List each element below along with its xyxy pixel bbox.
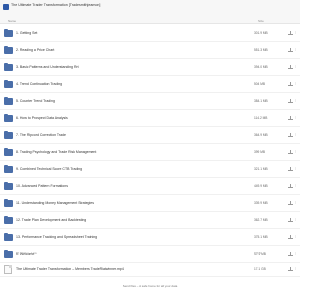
item-size: 364.9 MB [254, 133, 268, 137]
folder-icon [4, 130, 13, 139]
list-item[interactable]: 1. Getting Set 301.9 MB ⋮ [0, 25, 300, 42]
app-header: The Ultimate Trader Transformation [Trad… [0, 0, 300, 24]
list-item[interactable]: The Ultimate Trader Transformation – Mem… [0, 263, 300, 277]
download-icon[interactable] [288, 133, 293, 137]
more-options-icon[interactable]: ⋮ [294, 149, 297, 153]
item-name[interactable]: 12. Trade Plan Development and Backtesti… [16, 218, 86, 222]
item-size: 399 MB [254, 150, 265, 154]
folder-icon [4, 232, 13, 241]
more-options-icon[interactable]: ⋮ [294, 166, 297, 170]
item-size: 362.7 MB [254, 218, 268, 222]
download-icon[interactable] [288, 235, 293, 239]
more-options-icon[interactable]: ⋮ [294, 266, 297, 270]
item-size: 394.0 MB [254, 65, 268, 69]
item-name[interactable]: 9. Combined Technical Score CTB Trading [16, 167, 82, 171]
item-size: 301.9 MB [254, 31, 268, 35]
footer-text: Send files – A safe home for all your da… [122, 284, 178, 288]
item-size: 339.9 MB [254, 201, 268, 205]
item-size: 449.9 MB [254, 184, 268, 188]
item-name[interactable]: 2. Reading a Price Chart [16, 48, 54, 52]
item-name[interactable]: 6. How to Prospect Data Analysis [16, 116, 68, 120]
item-name[interactable]: 1. Getting Set [16, 31, 37, 35]
download-icon[interactable] [288, 150, 293, 154]
more-options-icon[interactable]: ⋮ [294, 251, 297, 255]
folder-icon [4, 62, 13, 71]
list-item[interactable]: 3. Basic Patterns and Understanding Rrt … [0, 59, 300, 76]
item-name[interactable]: 7. The Ripcord Correction Trade [16, 133, 66, 137]
more-options-icon[interactable]: ⋮ [294, 115, 297, 119]
list-item[interactable]: 10. Advanced Pattern Formations 449.9 MB… [0, 178, 300, 195]
list-item[interactable]: 9. Combined Technical Score CTB Trading … [0, 161, 300, 178]
more-options-icon[interactable]: ⋮ [294, 81, 297, 85]
list-item[interactable]: 2. Reading a Price Chart 551.3 MB ⋮ [0, 42, 300, 59]
item-size: 504 MB [254, 82, 265, 86]
more-options-icon[interactable]: ⋮ [294, 234, 297, 238]
more-options-icon[interactable]: ⋮ [294, 132, 297, 136]
download-icon[interactable] [288, 65, 293, 69]
folder-icon [4, 181, 13, 190]
download-icon[interactable] [288, 184, 293, 188]
download-icon[interactable] [288, 252, 293, 256]
list-item[interactable]: 12. Trade Plan Development and Backtesti… [0, 212, 300, 229]
folder-icon [4, 96, 13, 105]
more-options-icon[interactable]: ⋮ [294, 64, 297, 68]
item-name[interactable]: 4. Trend Continuation Trading [16, 82, 62, 86]
download-icon[interactable] [288, 99, 293, 103]
list-item[interactable]: 7. The Ripcord Correction Trade 364.9 MB… [0, 127, 300, 144]
download-icon[interactable] [288, 31, 293, 35]
page-title: The Ultimate Trader Transformation [Trad… [11, 3, 101, 7]
folder-icon [4, 164, 13, 173]
video-file-icon [4, 265, 12, 274]
more-options-icon[interactable]: ⋮ [294, 98, 297, 102]
column-header-name[interactable]: Name [8, 19, 16, 23]
list-summary: 15 folders, 1 file [16, 251, 38, 255]
folder-icon [4, 198, 13, 207]
more-options-icon[interactable]: ⋮ [294, 183, 297, 187]
item-size: 114.2 MB [254, 116, 268, 120]
download-icon[interactable] [288, 116, 293, 120]
download-icon[interactable] [288, 267, 293, 271]
download-icon[interactable] [288, 82, 293, 86]
more-options-icon[interactable]: ⋮ [294, 200, 297, 204]
item-name[interactable]: 3. Basic Patterns and Understanding Rrt [16, 65, 79, 69]
item-name[interactable]: 10. Advanced Pattern Formations [16, 184, 68, 188]
folder-icon [4, 113, 13, 122]
item-name[interactable]: 5. Counter Trend Trading [16, 99, 55, 103]
list-item[interactable]: 4. Trend Continuation Trading 504 MB ⋮ [0, 76, 300, 93]
folder-icon [4, 215, 13, 224]
item-size: 551.3 MB [254, 48, 268, 52]
download-icon[interactable] [288, 218, 293, 222]
folder-icon [4, 147, 13, 156]
item-size: 384.1 MB [254, 99, 268, 103]
download-icon[interactable] [288, 167, 293, 171]
more-options-icon[interactable]: ⋮ [294, 30, 297, 34]
item-name[interactable]: 13. Performance Tracking and Spreadsheet… [16, 235, 97, 239]
list-item[interactable]: 11. Understanding Money Management Strat… [0, 195, 300, 212]
folder-icon [4, 28, 13, 37]
item-name[interactable]: 11. Understanding Money Management Strat… [16, 201, 94, 205]
more-options-icon[interactable]: ⋮ [294, 217, 297, 221]
list-item[interactable]: 6. How to Prospect Data Analysis 114.2 M… [0, 110, 300, 127]
folder-icon [4, 79, 13, 88]
app-logo-icon [3, 4, 9, 10]
list-item[interactable]: 13. Performance Tracking and Spreadsheet… [0, 229, 300, 246]
total-size: 5 GB [254, 251, 261, 255]
download-icon[interactable] [288, 201, 293, 205]
folder-icon [4, 45, 13, 54]
item-size: 375.1 MB [254, 235, 268, 239]
list-item[interactable]: 8. Trading Psychology and Trade Risk Man… [0, 144, 300, 161]
download-icon[interactable] [288, 48, 293, 52]
item-size: 17.1 GB [254, 267, 266, 271]
item-name[interactable]: 8. Trading Psychology and Trade Risk Man… [16, 150, 96, 154]
list-item[interactable]: 5. Counter Trend Trading 384.1 MB ⋮ [0, 93, 300, 110]
more-options-icon[interactable]: ⋮ [294, 47, 297, 51]
folder-icon [4, 249, 13, 258]
item-name[interactable]: The Ultimate Trader Transformation – Mem… [16, 267, 124, 271]
item-size: 321.1 MB [254, 167, 268, 171]
column-header-size[interactable]: Size [258, 19, 264, 23]
